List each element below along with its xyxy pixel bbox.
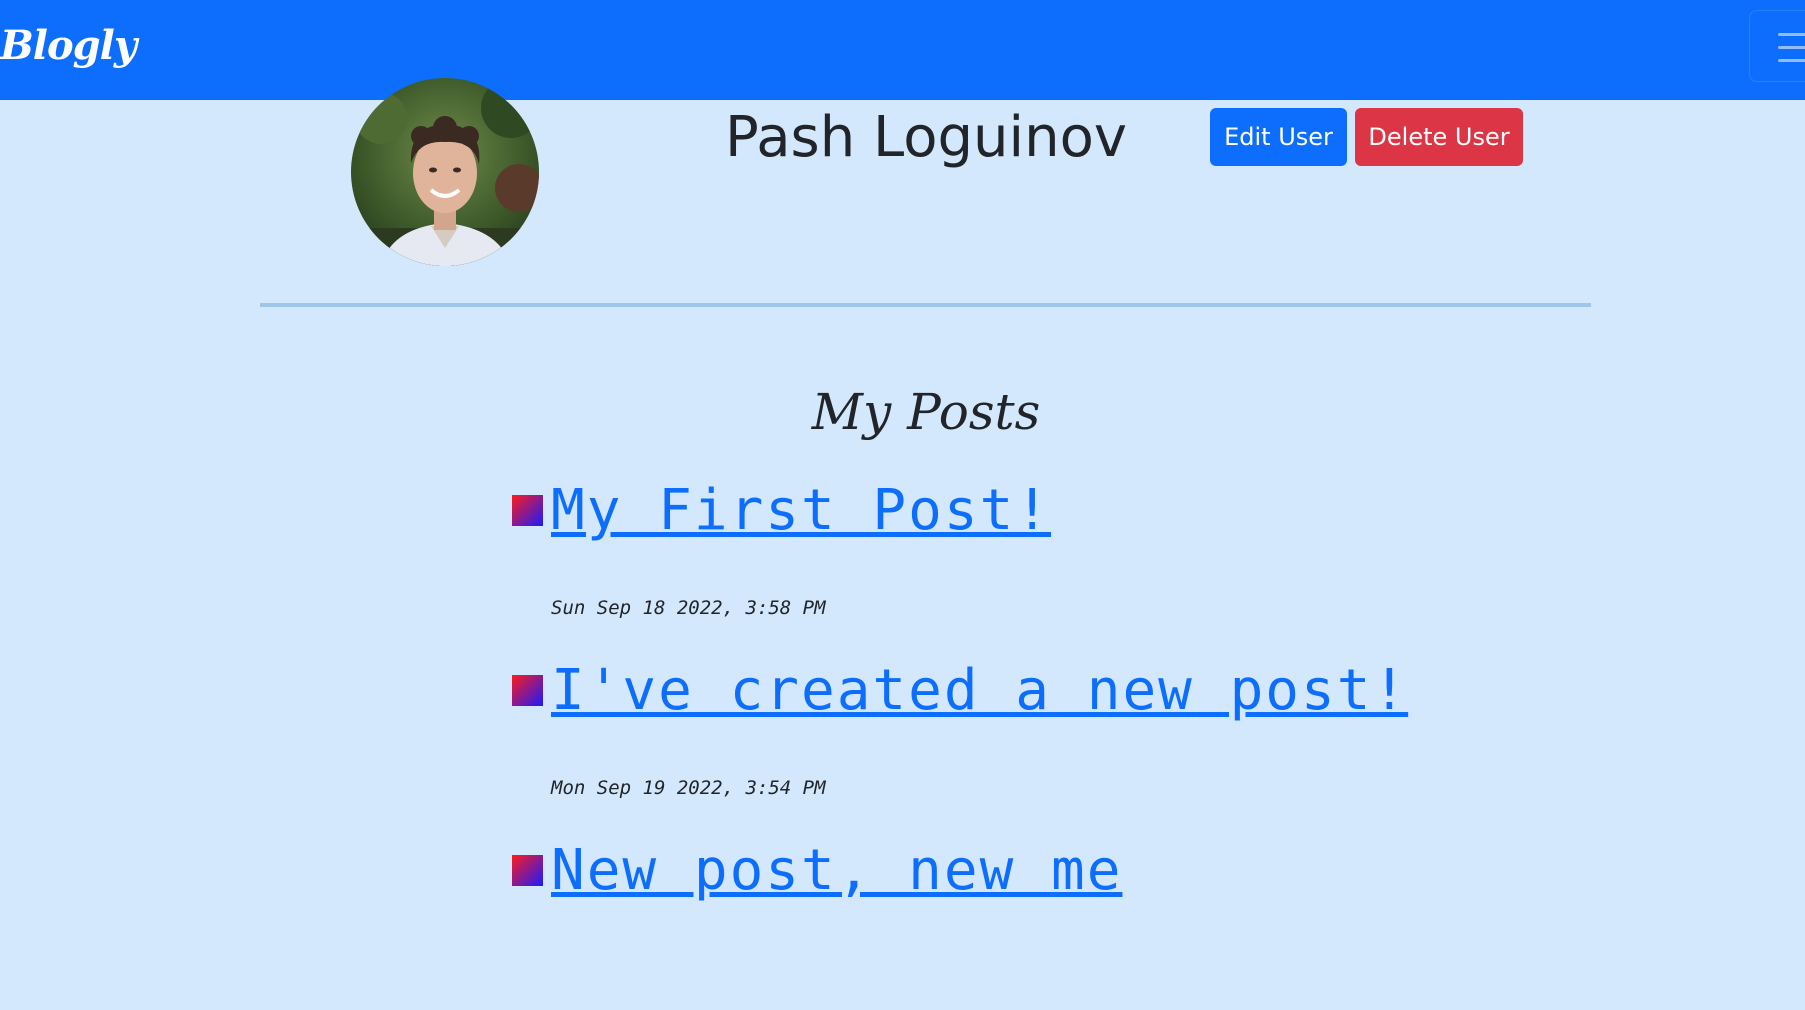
hamburger-menu-icon [1778,33,1805,63]
post-title-link[interactable]: My First Post! [551,480,1051,542]
post-title-link[interactable]: New post, new me [551,840,1122,902]
posts-heading: My Posts [811,383,1041,441]
navbar-toggle-button[interactable] [1749,10,1805,82]
post-date: Mon Sep 19 2022, 3:54 PM [551,777,826,799]
user-avatar [351,78,539,266]
brand-logo-link[interactable]: Blogly [0,22,137,69]
post-title-link[interactable]: I've created a new post! [551,660,1408,722]
gradient-square-bullet-icon [512,675,543,706]
post-list-item: New post, new me [512,840,1612,1010]
post-list-item: I've created a new post! Mon Sep 19 2022… [512,660,1612,830]
gradient-square-bullet-icon [512,495,543,526]
user-name: Pash Loguinov [724,105,1127,170]
edit-user-button[interactable]: Edit User [1210,108,1347,166]
post-date: Sun Sep 18 2022, 3:58 PM [551,597,826,619]
post-list-item: My First Post! Sun Sep 18 2022, 3:58 PM [512,480,1612,650]
section-divider [260,303,1591,307]
gradient-square-bullet-icon [512,855,543,886]
navbar: Blogly [0,0,1805,100]
delete-user-button[interactable]: Delete User [1355,108,1523,166]
